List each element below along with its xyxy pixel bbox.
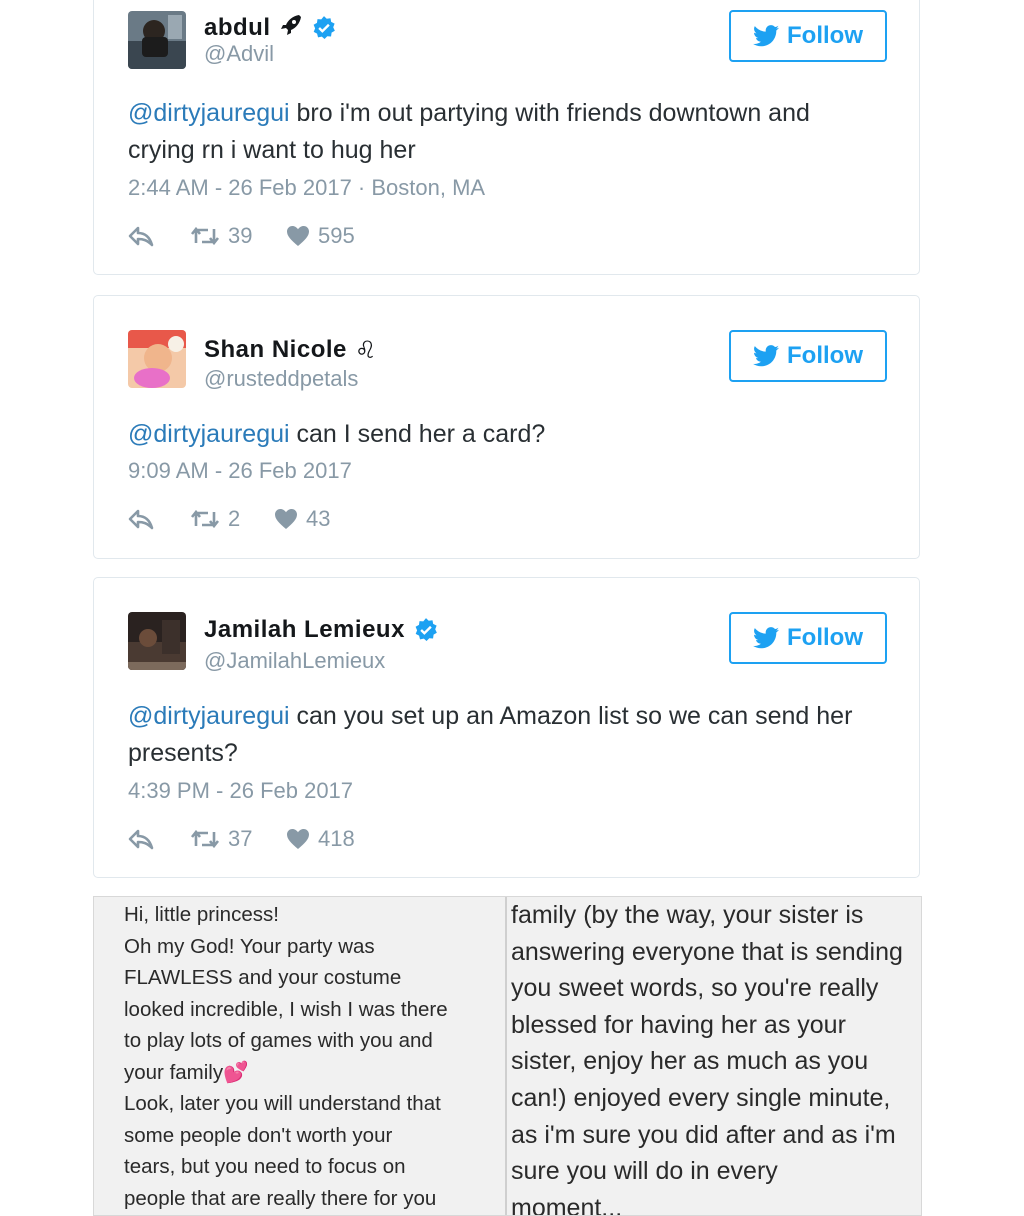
tweet-actions: 39 595: [128, 223, 355, 249]
reply-button[interactable]: [128, 508, 190, 530]
author-row: abdul: [204, 13, 337, 42]
author-row: Jamilah Lemieux: [204, 616, 439, 644]
letter-image: Hi, little princess! Oh my God! Your par…: [93, 896, 922, 1216]
tweet-timestamp[interactable]: 4:39 PM - 26 Feb 2017: [128, 778, 353, 804]
like-button[interactable]: 43: [274, 506, 330, 532]
follow-label: Follow: [787, 22, 863, 49]
tweet-text: @dirtyjauregui can I send her a card?: [128, 416, 868, 453]
tweet-text: @dirtyjauregui bro i'm out partying with…: [128, 95, 868, 169]
retweet-icon: [190, 829, 220, 849]
author-row: Shan Nicole ♌: [204, 336, 376, 364]
author-name[interactable]: abdul: [204, 14, 271, 42]
retweet-icon: [190, 509, 220, 529]
avatar[interactable]: [128, 612, 186, 670]
retweet-count: 39: [228, 223, 253, 248]
verified-badge-icon: [311, 15, 337, 41]
follow-label: Follow: [787, 624, 863, 651]
column-divider: [505, 897, 507, 1215]
retweet-icon: [190, 226, 220, 246]
tweet-body: can I send her a card?: [289, 420, 546, 448]
retweet-button[interactable]: 2: [190, 506, 274, 532]
tweet-actions: 37 418: [128, 826, 355, 852]
reply-button[interactable]: [128, 225, 190, 247]
mention-link[interactable]: @dirtyjauregui: [128, 99, 290, 127]
author-handle[interactable]: @JamilahLemieux: [204, 648, 385, 674]
tweet-timestamp[interactable]: 9:09 AM - 26 Feb 2017: [128, 458, 352, 484]
heart-icon: [275, 509, 297, 529]
letter-left-column: Hi, little princess! Oh my God! Your par…: [124, 903, 448, 1210]
retweet-button[interactable]: 37: [190, 826, 286, 852]
avatar[interactable]: [128, 11, 186, 69]
tweet-card: abdul @Advil Follow @dirtyjauregui bro i…: [93, 0, 920, 275]
author-name[interactable]: Shan Nicole: [204, 336, 347, 364]
reply-icon: [128, 509, 154, 530]
tweet-card: Shan Nicole ♌ @rusteddpetals Follow @dir…: [93, 295, 920, 559]
like-count: 418: [318, 826, 355, 851]
reply-button[interactable]: [128, 828, 190, 850]
retweet-count: 2: [228, 506, 241, 531]
tweet-actions: 2 43: [128, 506, 330, 532]
author-name[interactable]: Jamilah Lemieux: [204, 616, 405, 644]
reply-icon: [128, 829, 154, 850]
twitter-bird-icon: [753, 627, 779, 649]
heart-icon: [287, 226, 309, 246]
like-button[interactable]: 595: [286, 223, 355, 249]
avatar[interactable]: [128, 330, 186, 388]
heart-icon: [287, 829, 309, 849]
retweet-count: 37: [228, 826, 253, 851]
retweet-button[interactable]: 39: [190, 223, 286, 249]
follow-label: Follow: [787, 342, 863, 369]
twitter-bird-icon: [753, 345, 779, 367]
tweet-card: Jamilah Lemieux @JamilahLemieux Follow @…: [93, 577, 920, 878]
mention-link[interactable]: @dirtyjauregui: [128, 702, 290, 730]
follow-button[interactable]: Follow: [729, 612, 887, 664]
letter-right-column: family (by the way, your sister is answe…: [511, 901, 903, 1216]
tweet-text: @dirtyjauregui can you set up an Amazon …: [128, 698, 868, 772]
rocket-icon: [279, 13, 303, 42]
leo-icon: ♌: [354, 336, 377, 364]
verified-badge-icon: [413, 617, 439, 643]
author-handle[interactable]: @rusteddpetals: [204, 366, 358, 392]
author-handle[interactable]: @Advil: [204, 41, 274, 67]
mention-link[interactable]: @dirtyjauregui: [128, 420, 290, 448]
like-button[interactable]: 418: [286, 826, 355, 852]
follow-button[interactable]: Follow: [729, 10, 887, 62]
like-count: 595: [318, 223, 355, 248]
like-count: 43: [306, 506, 331, 531]
tweet-timestamp[interactable]: 2:44 AM - 26 Feb 2017 · Boston, MA: [128, 175, 485, 201]
twitter-bird-icon: [753, 25, 779, 47]
reply-icon: [128, 226, 154, 247]
follow-button[interactable]: Follow: [729, 330, 887, 382]
